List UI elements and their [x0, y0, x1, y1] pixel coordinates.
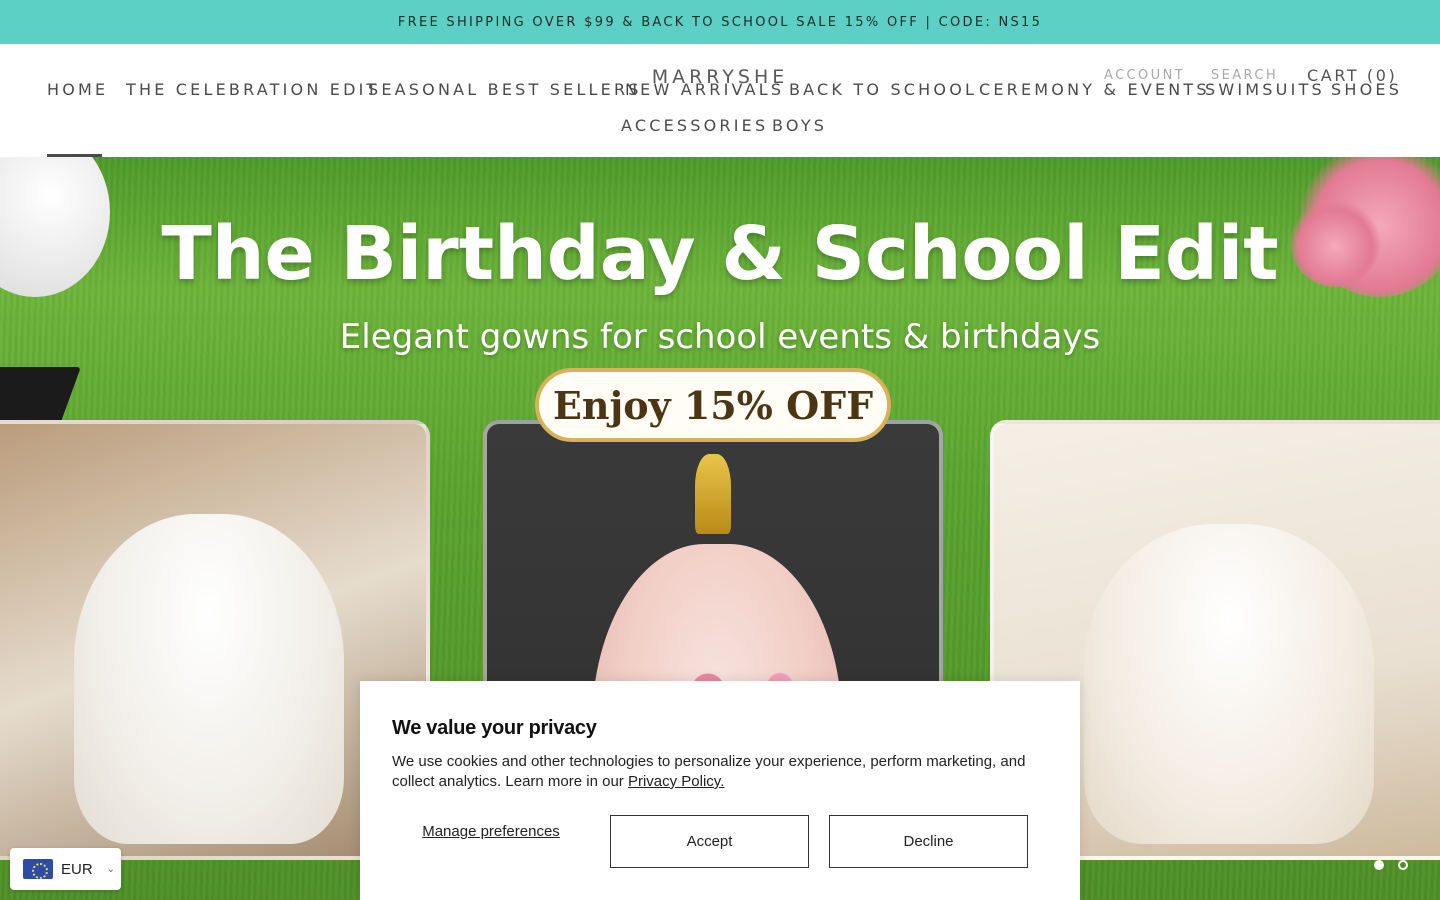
hero-title: The Birthday & School Edit [161, 211, 1279, 297]
cookie-message: We use cookies and other technologies to… [392, 752, 1032, 792]
nav-item-new-arrivals[interactable]: NEW ARRIVALS [625, 80, 789, 99]
eu-flag-icon [23, 859, 53, 879]
mannequin-finial [695, 454, 731, 534]
main-nav-row-2: ACCESSORIES BOYS [621, 116, 827, 135]
hero-subtitle: Elegant gowns for school events & birthd… [339, 317, 1101, 357]
nav-item-celebration-edit[interactable]: THE CELEBRATION EDIT [126, 80, 376, 99]
hero-offer-badge: Enjoy 15% OFF [535, 368, 891, 442]
nav-item-shoes[interactable]: SHOES [1331, 80, 1402, 99]
announcement-text: FREE SHIPPING OVER $99 & BACK TO SCHOOL … [397, 14, 1043, 30]
nav-item-swimsuits[interactable]: SWIMSUITS [1205, 80, 1331, 99]
nav-item-home[interactable]: HOME [47, 80, 126, 99]
privacy-policy-link[interactable]: Privacy Policy. [628, 773, 724, 790]
announcement-bar: FREE SHIPPING OVER $99 & BACK TO SCHOOL … [0, 0, 1440, 44]
nav-item-back-to-school[interactable]: BACK TO SCHOOL [789, 80, 979, 99]
currency-code: EUR [61, 860, 93, 878]
accept-button[interactable]: Accept [610, 815, 809, 868]
slide-dot-2[interactable] [1398, 860, 1408, 870]
nav-item-boys[interactable]: BOYS [772, 116, 827, 135]
cookie-title: We value your privacy [392, 717, 597, 739]
chevron-down-icon: ⌄ [106, 863, 116, 875]
nav-item-seasonal-best-sellers[interactable]: SEASONAL BEST SELLERS [368, 80, 638, 99]
lace-dress-image [1084, 524, 1374, 844]
slide-dot-1[interactable] [1374, 860, 1384, 870]
nav-item-ceremony-events[interactable]: CEREMONY & EVENTS [979, 80, 1207, 99]
nav-item-accessories[interactable]: ACCESSORIES [621, 116, 772, 135]
white-dress-image [74, 514, 344, 844]
cookie-consent-banner: We value your privacy We use cookies and… [360, 681, 1080, 900]
slideshow-dots [1374, 860, 1408, 870]
decline-button[interactable]: Decline [829, 815, 1028, 868]
currency-selector[interactable]: EUR ⌄ [10, 848, 121, 890]
manage-preferences-link[interactable]: Manage preferences [392, 823, 590, 841]
site-header: MARRYSHE ACCOUNT SEARCH CART (0) HOME THE… [0, 44, 1440, 157]
main-nav-row-1: HOME THE CELEBRATION EDITSEASONAL BEST SE… [47, 80, 1402, 99]
